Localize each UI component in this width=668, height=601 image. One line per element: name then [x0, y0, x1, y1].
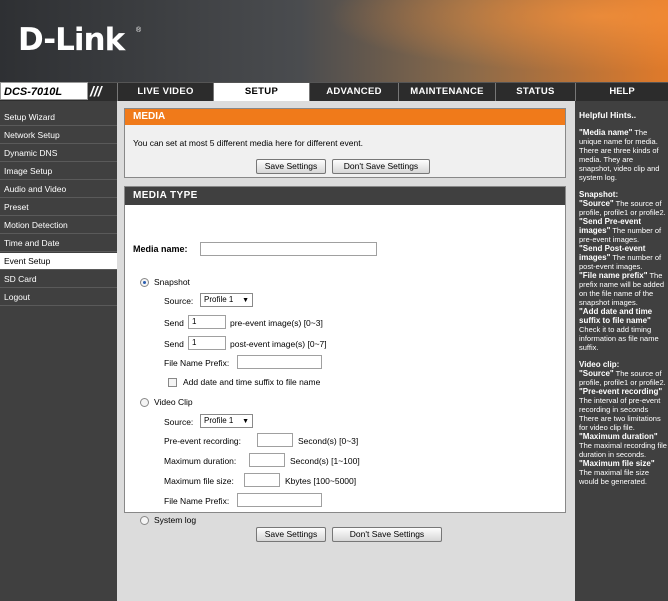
save-settings-button-bottom[interactable]: Save Settings [256, 527, 326, 542]
help-media-name: "Media name" The unique name for media. … [579, 128, 660, 182]
video-source-value: Profile 1 [204, 416, 234, 425]
video-clip-label: Video Clip [154, 397, 193, 407]
help-pre-recording: "Pre-event recording" The interval of pr… [579, 387, 663, 432]
help-panel: Helpful Hints.. "Media name" The unique … [575, 101, 668, 601]
media-title: MEDIA [125, 109, 565, 125]
sidebar-item-image-setup[interactable]: Image Setup [0, 163, 117, 180]
help-video-heading: Video clip: [579, 360, 620, 369]
help-max-duration: "Maximum duration" The maximal recording… [579, 432, 667, 459]
dlink-logo: D-Link [18, 22, 125, 58]
pre-event-suffix: pre-event image(s) [0~3] [230, 318, 323, 328]
help-max-size: "Maximum file size" The maximal file siz… [579, 459, 655, 486]
max-file-size-unit: Kbytes [100~5000] [285, 476, 357, 486]
sidebar-item-motion-detection[interactable]: Motion Detection [0, 217, 117, 234]
pre-event-images-input[interactable]: 1 [188, 315, 226, 329]
sidebar-item-event-setup[interactable]: Event Setup [0, 253, 117, 270]
video-prefix-label: File Name Prefix: [164, 496, 230, 506]
tab-advanced[interactable]: ADVANCED [309, 83, 398, 101]
post-event-suffix: post-event image(s) [0~7] [230, 339, 327, 349]
media-name-input[interactable] [200, 242, 377, 256]
dont-save-settings-button-top[interactable]: Don't Save Settings [332, 159, 430, 174]
post-event-images-input[interactable]: 1 [188, 336, 226, 350]
video-prefix-input[interactable] [237, 493, 322, 507]
system-log-label: System log [154, 515, 197, 525]
sidebar-item-sd-card[interactable]: SD Card [0, 271, 117, 288]
help-post-event: "Send Post-event images" The number of p… [579, 244, 662, 271]
tab-status[interactable]: STATUS [495, 83, 575, 101]
snapshot-source-select[interactable]: Profile 1 ▼ [200, 293, 253, 307]
help-file-prefix: "File name prefix" The prefix name will … [579, 271, 665, 307]
pre-event-recording-unit: Second(s) [0~3] [298, 436, 359, 446]
sidebar-item-preset[interactable]: Preset [0, 199, 117, 216]
help-pre-event: "Send Pre-event images" The number of pr… [579, 217, 662, 244]
max-file-size-label: Maximum file size: [164, 476, 234, 486]
add-suffix-label: Add date and time suffix to file name [183, 377, 321, 387]
help-snapshot-heading: Snapshot: [579, 190, 619, 199]
sidebar: Setup Wizard Network Setup Dynamic DNS I… [0, 101, 117, 601]
sidebar-item-logout[interactable]: Logout [0, 289, 117, 306]
video-source-label: Source: [164, 417, 194, 427]
save-settings-button-top[interactable]: Save Settings [256, 159, 326, 174]
max-duration-unit: Second(s) [1~100] [290, 456, 360, 466]
registered-mark: ® [136, 27, 142, 34]
media-name-label: Media name: [133, 244, 188, 254]
sidebar-item-audio-video[interactable]: Audio and Video [0, 181, 117, 198]
send-pre-label: Send [164, 318, 184, 328]
snapshot-radio[interactable] [140, 278, 149, 287]
chevron-down-icon: ▼ [242, 418, 249, 425]
model-label: DCS-7010L [0, 82, 88, 100]
max-duration-input[interactable] [249, 453, 285, 467]
sidebar-item-dynamic-dns[interactable]: Dynamic DNS [0, 145, 117, 162]
tab-setup[interactable]: SETUP [213, 83, 309, 101]
chevron-down-icon: ▼ [242, 297, 249, 304]
add-suffix-checkbox[interactable] [168, 378, 177, 387]
video-source-select[interactable]: Profile 1 ▼ [200, 414, 253, 428]
snapshot-source-value: Profile 1 [204, 295, 234, 304]
sidebar-item-network-setup[interactable]: Network Setup [0, 127, 117, 144]
snapshot-source-label: Source: [164, 296, 194, 306]
sidebar-item-time-date[interactable]: Time and Date [0, 235, 117, 252]
snapshot-label: Snapshot [154, 277, 190, 287]
tab-help[interactable]: HELP [575, 83, 668, 101]
help-video-source: "Source" The source of profile, profile1… [579, 369, 666, 387]
dont-save-settings-button-bottom[interactable]: Don't Save Settings [332, 527, 442, 542]
tab-live-video[interactable]: LIVE VIDEO [117, 83, 213, 101]
snapshot-prefix-label: File Name Prefix: [164, 358, 230, 368]
video-clip-radio[interactable] [140, 398, 149, 407]
help-snapshot-source: "Source" The source of profile, profile1… [579, 199, 666, 217]
send-post-label: Send [164, 339, 184, 349]
pre-event-recording-input[interactable] [257, 433, 293, 447]
media-type-title: MEDIA TYPE [125, 187, 565, 205]
max-duration-label: Maximum duration: [164, 456, 237, 466]
media-info-text: You can set at most 5 different media he… [133, 138, 363, 148]
pre-event-recording-label: Pre-event recording: [164, 436, 242, 446]
help-add-suffix: "Add date and time suffix to file name" … [579, 307, 659, 352]
help-title: Helpful Hints.. [579, 110, 637, 120]
snapshot-prefix-input[interactable] [237, 355, 322, 369]
system-log-radio[interactable] [140, 516, 149, 525]
tab-maintenance[interactable]: MAINTENANCE [398, 83, 495, 101]
sidebar-item-setup-wizard[interactable]: Setup Wizard [0, 109, 117, 126]
model-slashes: /// [90, 83, 102, 99]
max-file-size-input[interactable] [244, 473, 280, 487]
